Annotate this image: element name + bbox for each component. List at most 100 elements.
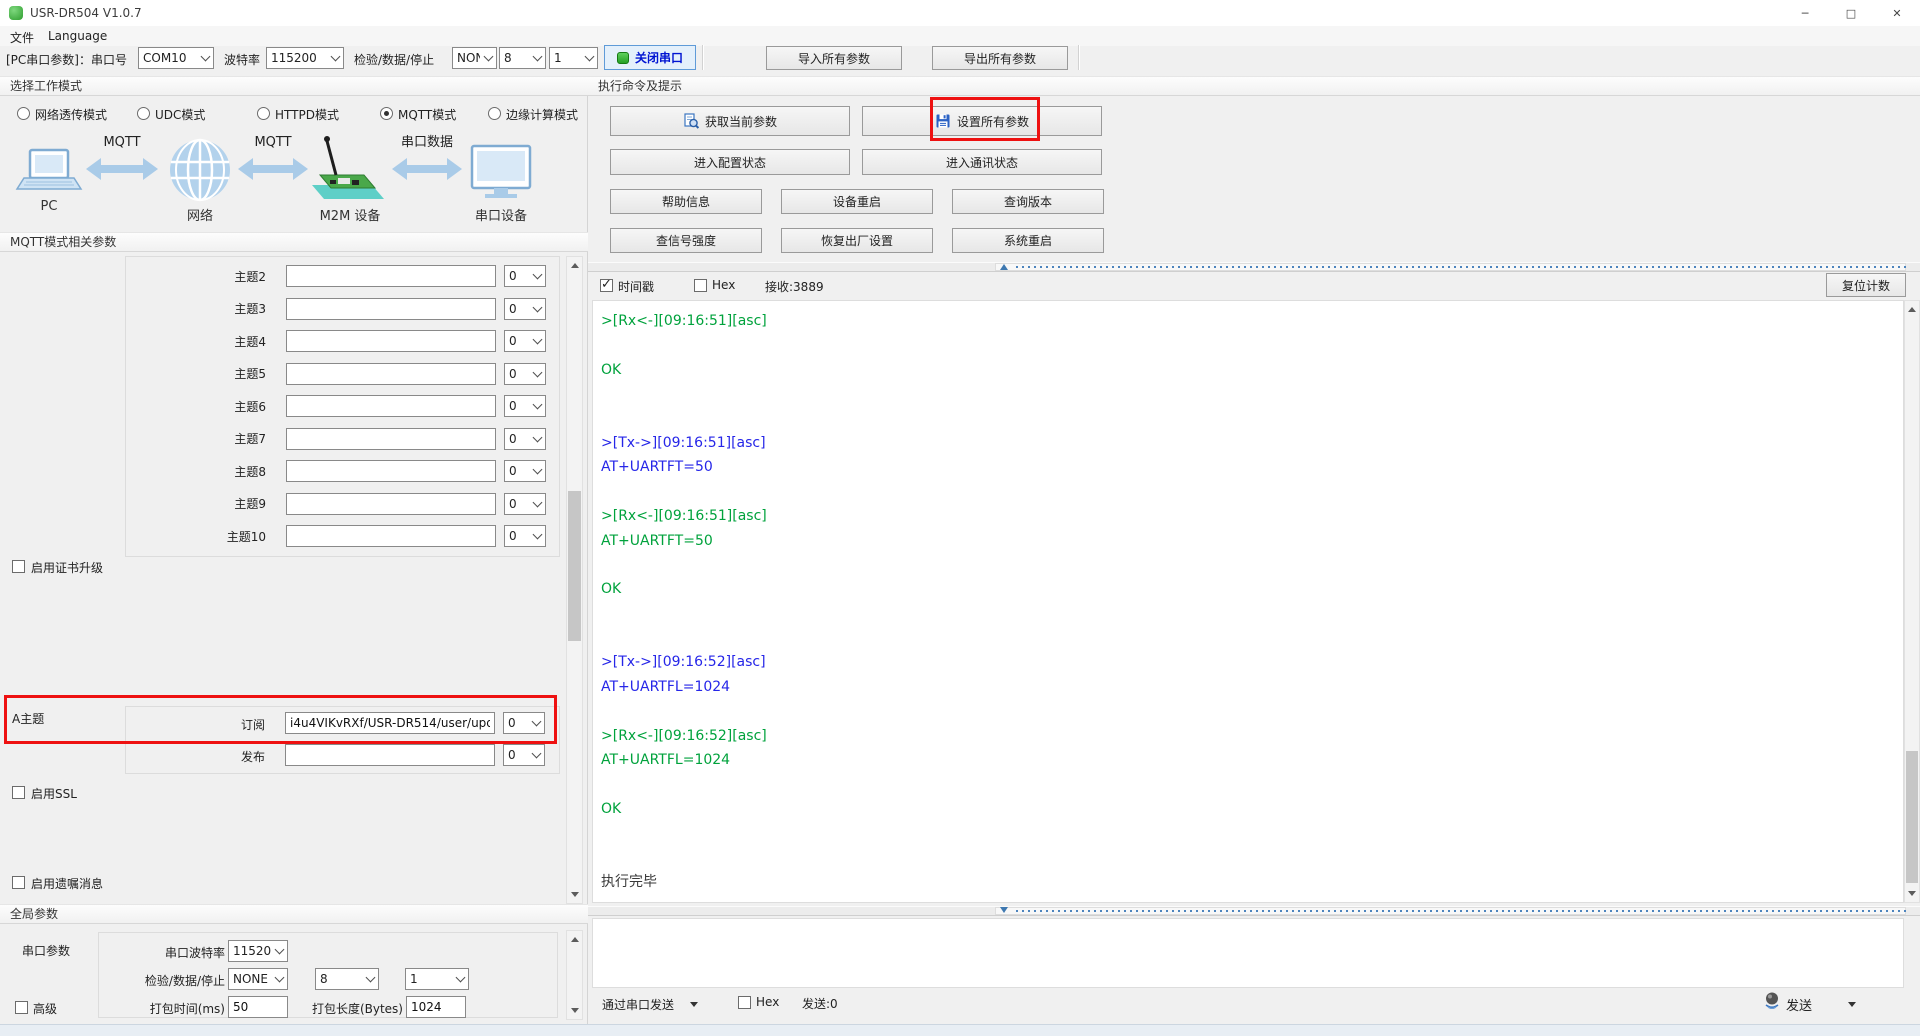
enter-comm-button[interactable]: 进入通讯状态 (862, 149, 1102, 175)
topic-qos-select[interactable]: 0 (504, 493, 546, 515)
topic-qos-select[interactable]: 0 (504, 460, 546, 482)
m2m-label: M2M 设备 (320, 208, 381, 224)
set-params-button[interactable]: 设置所有参数 (862, 106, 1102, 136)
scrollbar-thumb[interactable] (568, 491, 581, 641)
topic-qos-select[interactable]: 0 (504, 395, 546, 417)
topic-input[interactable] (286, 428, 496, 450)
scroll-up-icon[interactable] (567, 931, 582, 947)
topic-row: 主题2 0 (126, 260, 559, 293)
close-serial-button[interactable]: 关闭串口 (604, 45, 696, 70)
mqtt-scrollbar[interactable] (566, 256, 583, 904)
topic-input[interactable] (286, 363, 496, 385)
menu-language[interactable]: Language (48, 29, 107, 43)
send-via-dropdown[interactable]: 通过串口发送 (602, 996, 674, 1013)
scroll-down-icon[interactable] (567, 1003, 582, 1019)
topic-qos-select[interactable]: 0 (504, 330, 546, 352)
radio-httpd[interactable] (257, 107, 270, 120)
factory-reset-button[interactable]: 恢复出厂设置 (781, 228, 933, 253)
help-button[interactable]: 帮助信息 (610, 189, 762, 214)
close-icon: ✕ (1892, 7, 1901, 20)
global-databits-select[interactable]: 8 (315, 968, 379, 990)
maximize-button[interactable]: □ (1828, 0, 1874, 26)
chevron-down-icon (581, 48, 597, 68)
reset-count-button[interactable]: 复位计数 (1826, 273, 1906, 297)
scroll-down-icon[interactable] (1905, 886, 1919, 902)
signal-strength-button[interactable]: 查信号强度 (610, 228, 762, 253)
scroll-up-icon[interactable] (1905, 301, 1919, 317)
log-scrollbar[interactable] (1904, 300, 1920, 903)
rx-hex-checkbox[interactable] (694, 279, 707, 292)
radio-edge[interactable] (488, 107, 501, 120)
radio-mqtt[interactable] (380, 107, 393, 120)
export-params-button[interactable]: 导出所有参数 (932, 46, 1068, 70)
baud-select[interactable]: 115200 (266, 47, 344, 69)
topic-input[interactable] (286, 460, 496, 482)
topic-input[interactable] (286, 265, 496, 287)
system-restart-button[interactable]: 系统重启 (952, 228, 1104, 253)
log-line: OK (601, 577, 1881, 601)
publish-qos-select[interactable]: 0 (503, 744, 545, 766)
tx-hex-checkbox[interactable] (738, 996, 751, 1009)
topic-input[interactable] (286, 330, 496, 352)
log-line: >[Rx<-][09:16:52][asc] (601, 724, 1881, 748)
scroll-down-icon[interactable] (567, 887, 582, 903)
serial-toolbar: [PC串口参数]：串口号 COM10 波特率 115200 检验/数据/停止 N… (0, 44, 1920, 74)
chevron-down-icon[interactable] (1848, 1002, 1856, 1011)
subscribe-qos-select[interactable]: 0 (503, 712, 545, 734)
will-message-label: 启用遗嘱消息 (31, 875, 103, 892)
global-baud-select[interactable]: 115200 (228, 940, 288, 962)
cert-upgrade-checkbox[interactable] (12, 560, 25, 573)
topic-qos-select[interactable]: 0 (504, 298, 546, 320)
publish-topic-input[interactable] (285, 744, 495, 766)
topic-input[interactable] (286, 525, 496, 547)
send-button[interactable]: 发送 (1786, 995, 1812, 1014)
scrollbar-thumb[interactable] (1906, 751, 1918, 883)
topic-input[interactable] (286, 395, 496, 417)
chevron-down-icon (528, 713, 544, 733)
window-title: USR-DR504 V1.0.7 (30, 0, 142, 26)
radio-udc[interactable] (137, 107, 150, 120)
splitter-collapse-icon[interactable] (1000, 907, 1008, 917)
stopbits-select[interactable]: 1 (549, 47, 598, 69)
receive-log[interactable]: >[Rx<-][09:16:51][asc] OK >[Tx->][09:16:… (592, 300, 1904, 903)
close-button[interactable]: ✕ (1874, 0, 1920, 26)
chevron-down-icon[interactable] (690, 1002, 698, 1011)
global-scrollbar[interactable] (566, 930, 583, 1020)
splitter-collapse-icon[interactable] (1000, 260, 1008, 270)
query-version-button[interactable]: 查询版本 (952, 189, 1104, 214)
send-input-area[interactable] (592, 918, 1904, 988)
global-params-header: 全局参数 (0, 904, 588, 924)
device-restart-button[interactable]: 设备重启 (781, 189, 933, 214)
subscribe-topic-input[interactable] (285, 712, 495, 734)
save-icon (935, 113, 951, 129)
get-params-button[interactable]: 获取当前参数 (610, 106, 850, 136)
global-parity-select[interactable]: NONE (228, 968, 288, 990)
topic-qos-select[interactable]: 0 (504, 265, 546, 287)
log-line (601, 846, 1881, 870)
horizontal-splitter[interactable] (588, 906, 1920, 916)
ssl-checkbox[interactable] (12, 786, 25, 799)
global-stopbits-select[interactable]: 1 (405, 968, 469, 990)
topic-qos-select[interactable]: 0 (504, 525, 546, 547)
advanced-checkbox[interactable] (15, 1001, 28, 1014)
packlen-input[interactable] (406, 996, 466, 1018)
mqtt-arrow-label: MQTT (254, 135, 291, 150)
chevron-down-icon (528, 745, 544, 765)
timestamp-checkbox[interactable] (600, 279, 613, 292)
port-select[interactable]: COM10 (138, 47, 214, 69)
topic-input[interactable] (286, 298, 496, 320)
topic-input[interactable] (286, 493, 496, 515)
import-params-button[interactable]: 导入所有参数 (766, 46, 902, 70)
scroll-up-icon[interactable] (567, 257, 582, 273)
minimize-button[interactable]: ─ (1782, 0, 1828, 26)
horizontal-splitter[interactable] (588, 262, 1920, 272)
databits-select[interactable]: 8 (499, 47, 546, 69)
radio-net-transparent[interactable] (17, 107, 30, 120)
send-icon[interactable] (1763, 991, 1781, 1009)
enter-config-button[interactable]: 进入配置状态 (610, 149, 850, 175)
will-message-checkbox[interactable] (12, 876, 25, 889)
topic-qos-select[interactable]: 0 (504, 363, 546, 385)
topic-qos-select[interactable]: 0 (504, 428, 546, 450)
parity-select[interactable]: NONE (452, 47, 497, 69)
packtime-input[interactable] (228, 996, 288, 1018)
